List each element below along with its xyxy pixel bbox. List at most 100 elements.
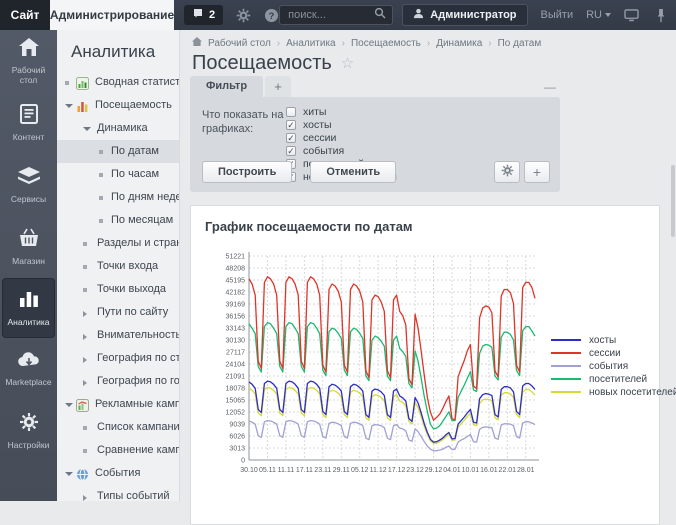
logout-link[interactable]: Выйти — [541, 9, 574, 21]
sidebar-item[interactable]: География по городам — [57, 370, 179, 393]
sidebar-item[interactable]: Пути по сайту — [57, 301, 179, 324]
x-tick-label: 22.01 — [499, 467, 517, 474]
search-box[interactable] — [279, 5, 393, 25]
x-tick-label: 11.11 — [278, 467, 295, 474]
sidebar-item[interactable]: По датам — [57, 140, 179, 163]
sidebar-item[interactable]: Посещаемость — [57, 94, 179, 117]
x-tick-label: 11.12 — [370, 467, 387, 474]
help-icon[interactable]: ? — [264, 0, 279, 30]
sidebar-item-label: События — [95, 467, 140, 479]
chevron-down-icon[interactable] — [65, 104, 73, 108]
x-tick-label: 28.01 — [517, 467, 535, 474]
scrollbar-thumb[interactable] — [671, 165, 675, 237]
chart-legend: хостысессиисобытияпосетителейновых посет… — [551, 334, 676, 399]
rail-item-marketplace[interactable]: Marketplace — [0, 338, 57, 400]
campaigns-icon — [76, 398, 89, 411]
chevron-down-icon[interactable] — [83, 127, 91, 131]
rail-item-services[interactable]: Сервисы — [0, 154, 57, 216]
sidebar-item[interactable]: Список кампаний — [57, 416, 179, 439]
y-tick-label: 9039 — [229, 422, 245, 429]
breadcrumb: Рабочий стол›Аналитика›Посещаемость›Дина… — [180, 30, 676, 49]
chevron-down-icon[interactable] — [65, 472, 73, 476]
rail-item-settings[interactable]: Настройки — [0, 400, 57, 462]
services-icon — [17, 166, 41, 191]
bullet-icon — [83, 449, 87, 453]
notifications-badge[interactable]: 2 — [184, 5, 223, 25]
sidebar-item[interactable]: Точки входа — [57, 255, 179, 278]
sidebar-item[interactable]: Рекламные кампании — [57, 393, 179, 416]
search-input[interactable] — [286, 8, 374, 22]
sidebar-item[interactable]: Динамика — [57, 117, 179, 140]
breadcrumb-item[interactable]: Динамика — [436, 38, 482, 49]
legend-item-sessions: сессии — [551, 347, 676, 359]
language-selector[interactable]: RU — [586, 9, 611, 21]
checkbox[interactable]: ✓ — [286, 146, 296, 156]
sidebar-item[interactable]: По дням недели — [57, 186, 179, 209]
sidebar-item[interactable]: По месяцам — [57, 209, 179, 232]
traffic-icon — [76, 99, 89, 112]
sidebar-item-label: Точки выхода — [97, 283, 166, 295]
build-button[interactable]: Построить — [202, 161, 292, 183]
sidebar-item[interactable]: Внимательность — [57, 324, 179, 347]
search-icon[interactable] — [374, 6, 386, 24]
sidebar-item-label: Динамика — [97, 122, 148, 134]
rail-item-desktop[interactable]: Рабочий стол — [0, 30, 57, 92]
checkbox[interactable]: ✓ — [286, 133, 296, 143]
rail-item-shop[interactable]: Магазин — [0, 216, 57, 278]
chevron-right-icon[interactable] — [83, 334, 87, 340]
breadcrumb-item[interactable]: Посещаемость — [351, 38, 421, 49]
checkbox-label: хиты — [303, 106, 326, 118]
filter-add-button[interactable]: + — [524, 161, 550, 183]
sidebar-item[interactable]: Разделы и страницы — [57, 232, 179, 255]
filter-checkbox-row: ✓события — [286, 144, 397, 157]
topbar: Сайт Администрирование 2 ? Администратор… — [0, 0, 676, 30]
chevron-right-icon[interactable] — [83, 357, 87, 363]
tab-site[interactable]: Сайт — [0, 0, 50, 30]
chart-panel: График посещаемости по датам 03013602690… — [190, 205, 660, 525]
breadcrumb-item[interactable]: По датам — [498, 38, 542, 49]
filter-minimize-button[interactable]: — — [544, 80, 556, 94]
x-tick-label: 16.01 — [480, 467, 498, 474]
tab-admin[interactable]: Администрирование — [50, 0, 174, 30]
gear-icon — [501, 164, 514, 180]
breadcrumb-item[interactable]: Рабочий стол — [208, 38, 271, 49]
checkbox[interactable]: ✓ — [286, 120, 296, 130]
sidebar-item[interactable]: Сравнение кампаний — [57, 439, 179, 462]
chevron-down-icon[interactable] — [65, 403, 73, 407]
y-tick-label: 3013 — [229, 446, 245, 453]
add-filter-tab[interactable]: + — [265, 76, 291, 97]
bullet-icon — [83, 426, 87, 430]
filter-settings-button[interactable] — [494, 161, 520, 183]
monitor-icon[interactable] — [624, 0, 639, 30]
sidebar-item[interactable]: Типы событий — [57, 485, 179, 501]
user-button[interactable]: Администратор — [402, 4, 527, 26]
rail-item-analytics[interactable]: Аналитика — [2, 278, 55, 338]
sidebar-item-label: Сравнение кампаний — [97, 444, 179, 456]
breadcrumb-item[interactable]: Аналитика — [286, 38, 336, 49]
gear-icon[interactable] — [236, 0, 251, 30]
sidebar-item[interactable]: По часам — [57, 163, 179, 186]
content-icon — [20, 104, 38, 129]
sidebar-item[interactable]: Точки выхода — [57, 278, 179, 301]
checkbox[interactable] — [286, 107, 296, 117]
chevron-right-icon[interactable] — [83, 311, 87, 317]
tab-filter[interactable]: Фильтр — [190, 76, 263, 97]
sidebar-item[interactable]: Сводная статистика — [57, 71, 179, 94]
sidebar-item[interactable]: География по странам — [57, 347, 179, 370]
chevron-right-icon[interactable] — [83, 380, 87, 386]
filter-tools: + — [494, 161, 550, 183]
filter-checkbox-row: хиты — [286, 105, 397, 118]
rail-item-content[interactable]: Контент — [0, 92, 57, 154]
cancel-button[interactable]: Отменить — [310, 161, 396, 183]
sidebar-item-label: Типы событий — [97, 490, 170, 501]
rail-label: Сервисы — [9, 195, 48, 205]
pin-icon[interactable] — [656, 0, 666, 30]
chevron-right-icon[interactable] — [83, 495, 87, 501]
favorite-star-icon[interactable]: ☆ — [341, 54, 354, 72]
sidebar-item[interactable]: События — [57, 462, 179, 485]
legend-swatch — [551, 339, 581, 341]
language-label: RU — [586, 9, 602, 21]
bitrix-flag-icon — [192, 8, 204, 23]
home-icon[interactable] — [192, 37, 202, 49]
y-tick-label: 6026 — [229, 434, 245, 441]
